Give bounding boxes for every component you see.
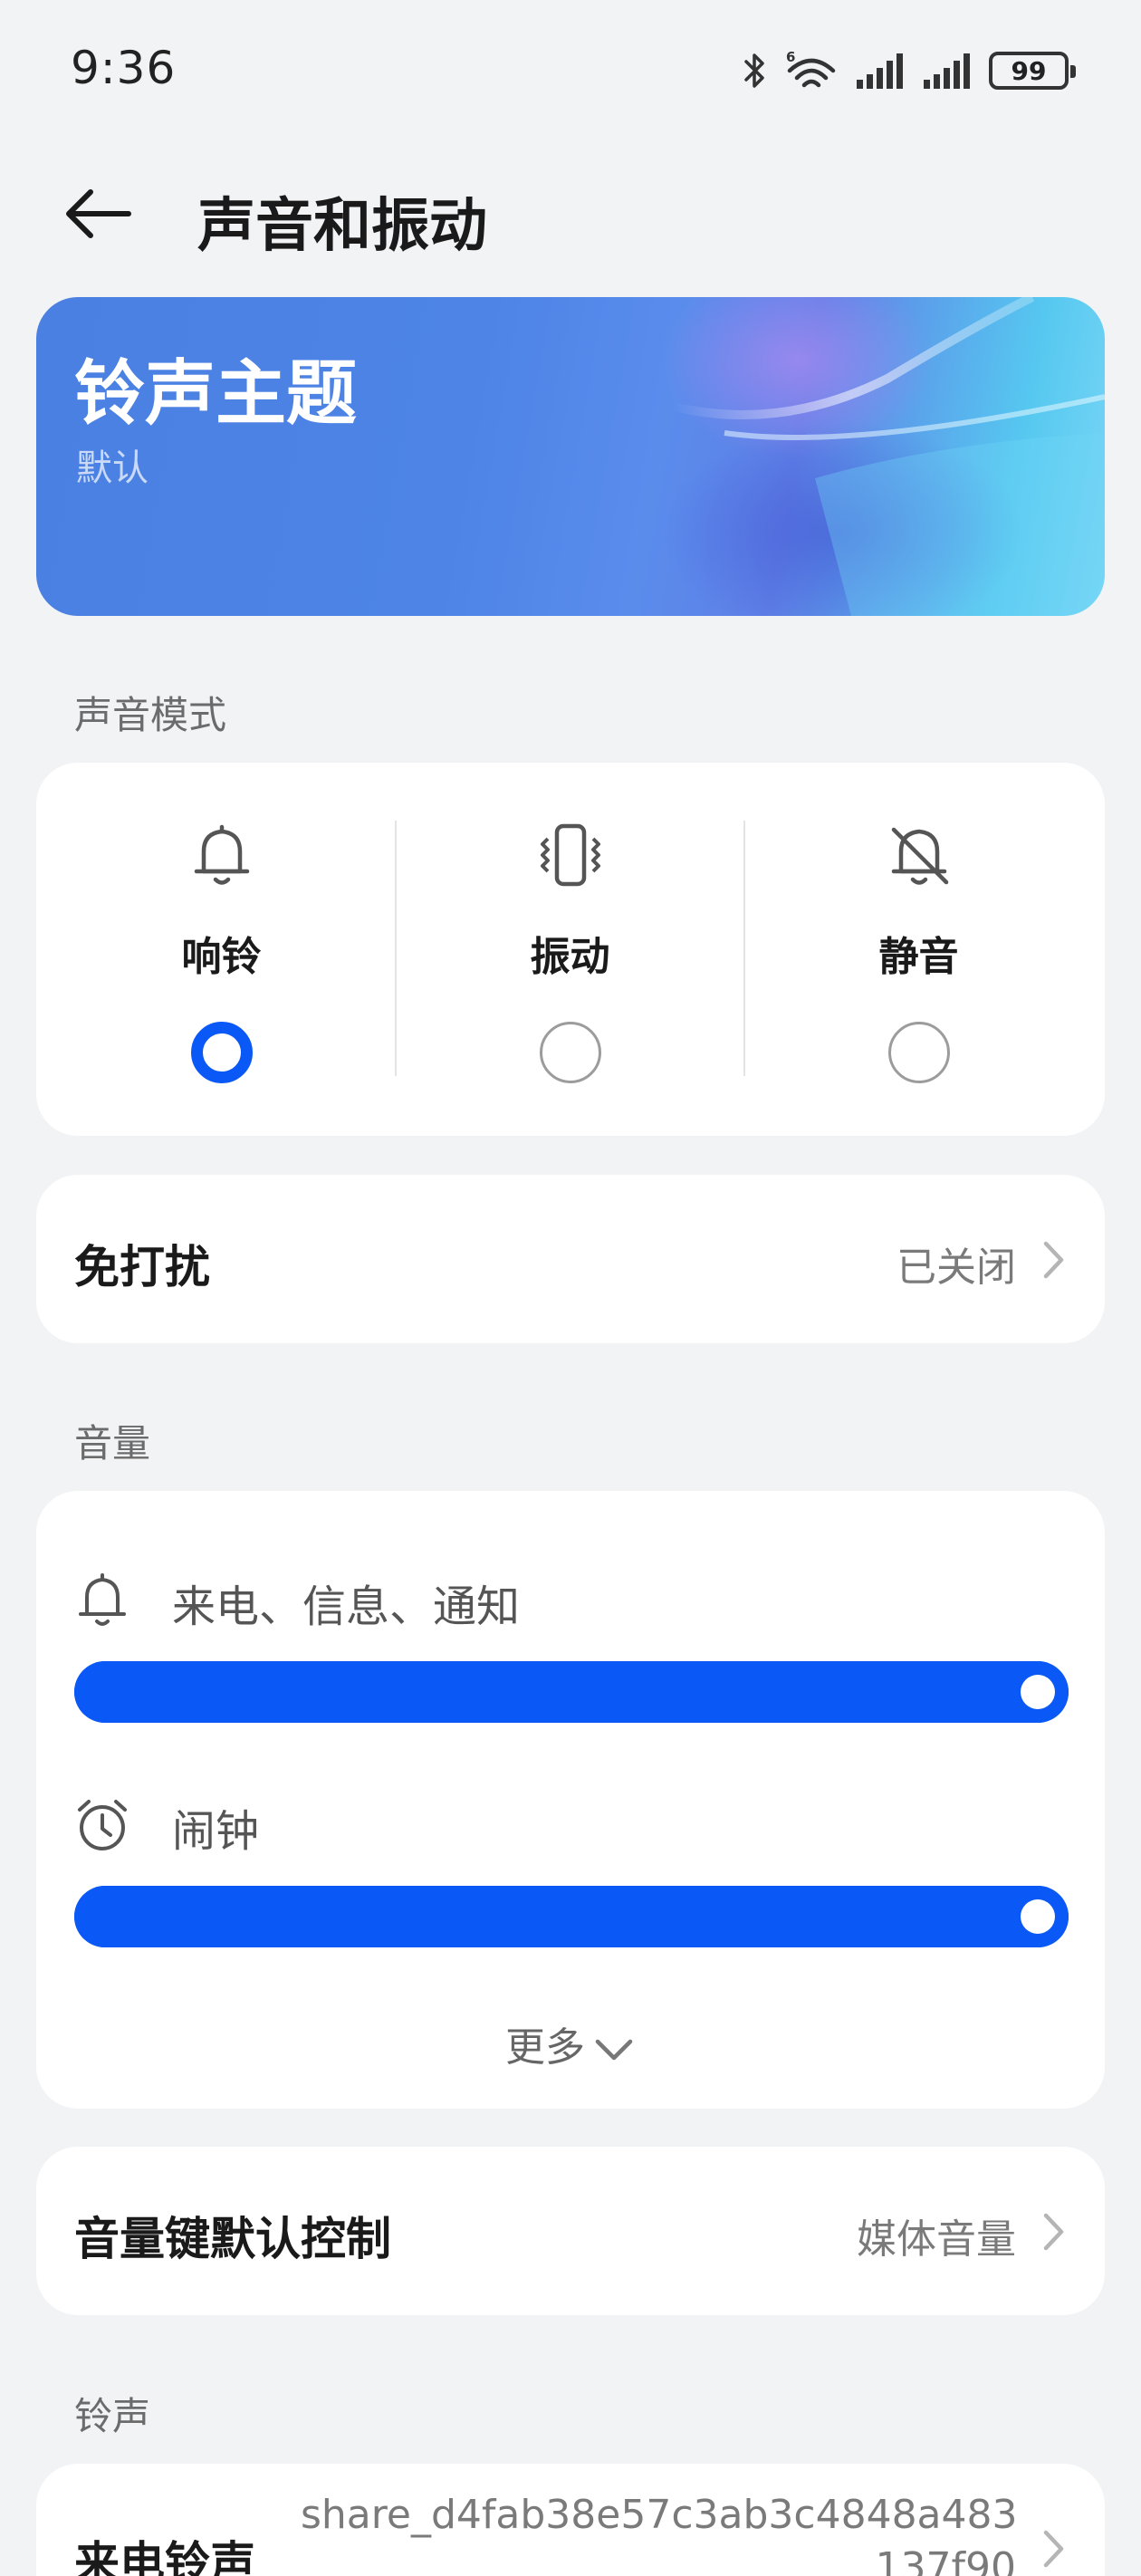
vibrate-radio[interactable] bbox=[539, 1022, 601, 1083]
chevron-right-icon bbox=[1043, 1241, 1064, 1279]
battery-level: 99 bbox=[1011, 55, 1047, 86]
signal-icon-sim1 bbox=[857, 53, 903, 89]
sound-mode-vibrate[interactable]: 振动 bbox=[397, 763, 743, 1136]
incoming-ringtone-row[interactable]: 来电铃声 share_d4fab38e57c3ab3c4848a483 137f… bbox=[36, 2464, 1105, 2576]
incoming-ringtone-value: share_d4fab38e57c3ab3c4848a483 137f90 bbox=[301, 2489, 1018, 2576]
ringtone-theme-banner[interactable]: 铃声主题 默认 bbox=[36, 297, 1105, 616]
incoming-ringtone-value-line1: share_d4fab38e57c3ab3c4848a483 bbox=[301, 2492, 1018, 2538]
chevron-down-icon bbox=[595, 2039, 633, 2061]
dnd-label: 免打扰 bbox=[74, 1241, 210, 1293]
status-time: 9:36 bbox=[71, 42, 177, 94]
sound-mode-section-label: 声音模式 bbox=[74, 693, 227, 737]
dnd-value: 已关闭 bbox=[896, 1245, 1016, 1291]
sound-mode-silent[interactable]: 静音 bbox=[745, 763, 1092, 1136]
status-icons: 6 99 bbox=[741, 45, 1076, 96]
sound-vibration-page: 9:36 6 99 声音和振动 铃声主题 默认 声音模式 响铃 振动 静音 免打… bbox=[0, 0, 1141, 2576]
slider-thumb[interactable] bbox=[1021, 1899, 1055, 1934]
wifi-6-badge: 6 bbox=[786, 49, 795, 65]
volume-key-label: 音量键默认控制 bbox=[74, 2213, 391, 2265]
volume-card: 来电、信息、通知 闹钟 更多 bbox=[36, 1491, 1105, 2109]
do-not-disturb-row[interactable]: 免打扰 已关闭 bbox=[36, 1175, 1105, 1343]
alarm-clock-icon bbox=[78, 1800, 127, 1850]
alarm-volume-label: 闹钟 bbox=[172, 1806, 260, 1857]
vibrate-label: 振动 bbox=[530, 934, 610, 980]
bluetooth-icon bbox=[744, 53, 764, 88]
silent-radio[interactable] bbox=[887, 1022, 950, 1083]
sound-mode-ring[interactable]: 响铃 bbox=[48, 763, 395, 1136]
wifi-icon: 6 bbox=[786, 49, 836, 88]
battery-icon: 99 bbox=[989, 52, 1076, 90]
alarm-volume-fill bbox=[74, 1886, 1069, 1947]
slider-thumb[interactable] bbox=[1021, 1675, 1055, 1709]
banner-subtitle: 默认 bbox=[76, 447, 149, 489]
banner-title: 铃声主题 bbox=[74, 353, 358, 435]
incoming-ringtone-label: 来电铃声 bbox=[74, 2537, 255, 2576]
back-arrow-icon bbox=[66, 189, 131, 238]
ring-label: 响铃 bbox=[181, 934, 262, 980]
chevron-right-icon bbox=[1043, 2530, 1064, 2568]
ring-volume-slider[interactable] bbox=[74, 1661, 1069, 1723]
ring-radio[interactable] bbox=[190, 1022, 253, 1083]
volume-key-value: 媒体音量 bbox=[857, 2216, 1016, 2263]
chevron-right-icon bbox=[1043, 2213, 1064, 2251]
bell-icon bbox=[79, 1573, 126, 1626]
vibrate-icon bbox=[540, 823, 600, 887]
page-title: 声音和振动 bbox=[197, 193, 487, 260]
header: 声音和振动 bbox=[0, 154, 1141, 272]
bell-icon bbox=[194, 824, 249, 885]
alarm-volume-slider[interactable] bbox=[74, 1886, 1069, 1947]
ring-volume-fill bbox=[74, 1661, 1069, 1723]
ring-volume-label: 来电、信息、通知 bbox=[172, 1581, 521, 1632]
volume-section-label: 音量 bbox=[74, 1421, 151, 1466]
sound-mode-card: 响铃 振动 静音 bbox=[36, 763, 1105, 1136]
ringtone-section-label: 铃声 bbox=[74, 2394, 151, 2438]
more-label: 更多 bbox=[505, 2024, 585, 2071]
silent-label: 静音 bbox=[878, 934, 959, 980]
status-bar: 9:36 6 99 bbox=[0, 0, 1141, 136]
signal-icon-sim2 bbox=[924, 53, 970, 89]
bell-off-icon bbox=[891, 827, 948, 885]
volume-key-row[interactable]: 音量键默认控制 媒体音量 bbox=[36, 2147, 1105, 2315]
back-button[interactable] bbox=[63, 179, 154, 248]
more-button[interactable]: 更多 bbox=[36, 2014, 1105, 2072]
incoming-ringtone-value-line2: 137f90 bbox=[875, 2544, 1016, 2576]
